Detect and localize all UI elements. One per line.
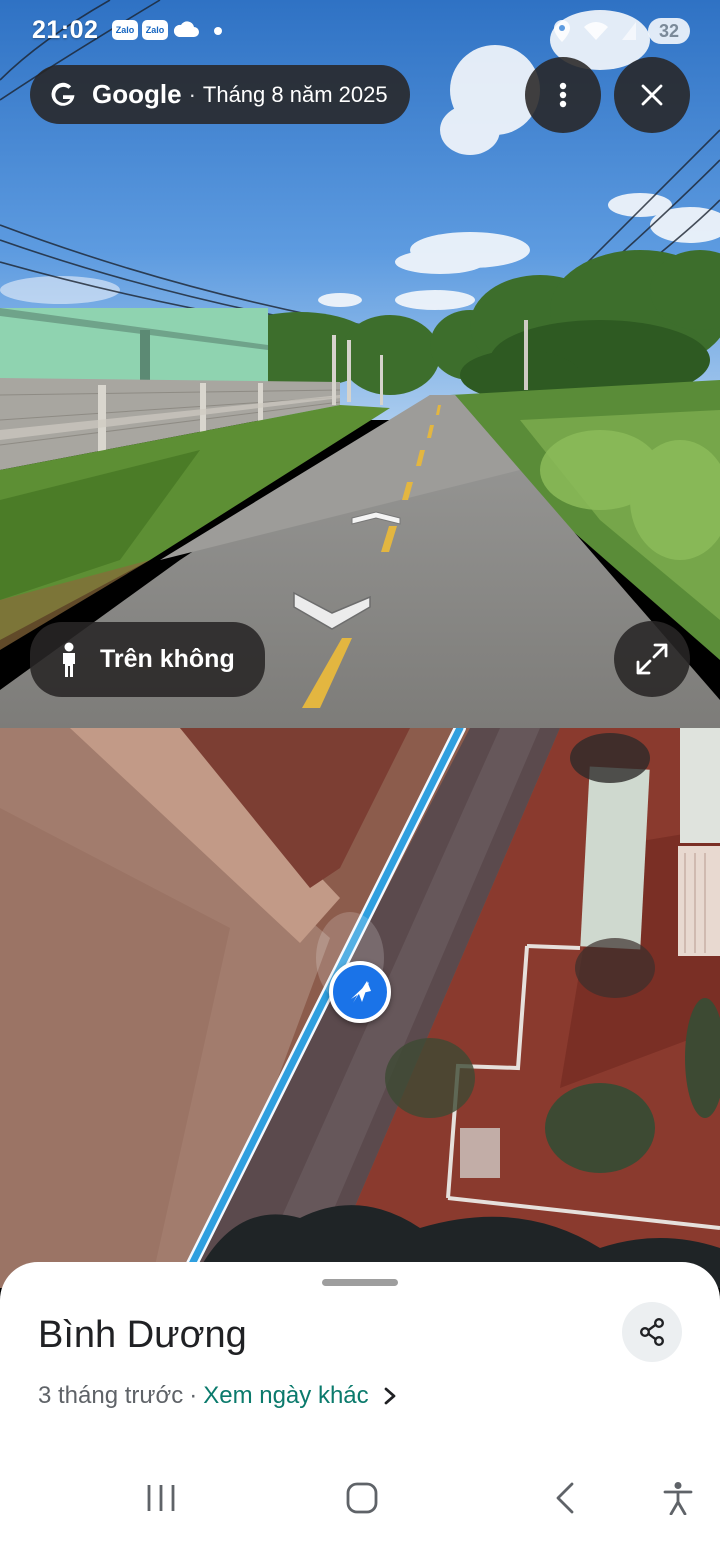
share-button[interactable] [622, 1302, 682, 1362]
expand-icon [636, 643, 668, 675]
imagery-age: 3 tháng trước [38, 1382, 184, 1409]
pegman-icon [63, 642, 75, 677]
location-icon [554, 20, 570, 42]
share-icon [639, 1318, 665, 1347]
home-button[interactable] [332, 1473, 392, 1523]
system-navigation-bar [0, 1455, 720, 1544]
see-other-dates-link[interactable]: Xem ngày khác [203, 1382, 368, 1410]
navigation-arrow-icon [351, 981, 371, 1003]
navigate-forward-arrow[interactable] [350, 510, 402, 530]
accessibility-icon [663, 1482, 693, 1515]
separator: · [188, 81, 196, 107]
cloud-icon [173, 21, 199, 37]
back-icon [556, 1482, 574, 1514]
drag-handle[interactable] [322, 1279, 398, 1286]
more-options-button[interactable] [525, 57, 601, 133]
place-title: Bình Dương [38, 1314, 247, 1356]
capture-date: Tháng 8 năm 2025 [202, 81, 388, 107]
chevron-right-icon[interactable] [383, 1386, 397, 1406]
separator: · [189, 1382, 198, 1409]
street-view-panorama[interactable]: 21:02 Zalo Zalo 32 Google · Tháng 8 năm … [0, 0, 720, 728]
navigate-back-arrow[interactable] [290, 585, 374, 635]
zalo-notification-icon: Zalo [112, 20, 138, 40]
recent-apps-button[interactable] [131, 1473, 191, 1523]
fullscreen-button[interactable] [614, 621, 690, 697]
recent-apps-icon [147, 1485, 175, 1511]
provider-label: Google [92, 79, 182, 109]
signal-icon [622, 22, 636, 40]
notification-dot-icon [214, 27, 222, 35]
battery-indicator: 32 [648, 18, 690, 44]
status-right-icons: 32 [552, 16, 690, 46]
imagery-date-chip[interactable]: Google · Tháng 8 năm 2025 [30, 65, 410, 124]
close-icon [641, 84, 663, 106]
status-time: 21:02 [32, 16, 99, 44]
status-bar: 21:02 Zalo Zalo 32 [0, 0, 720, 62]
imagery-age-row: 3 tháng trước · Xem ngày khác [38, 1382, 397, 1410]
back-button[interactable] [535, 1473, 595, 1523]
accessibility-button[interactable] [648, 1473, 708, 1523]
google-logo-icon [51, 82, 75, 106]
zalo-notification-icon: Zalo [142, 20, 168, 40]
close-button[interactable] [614, 57, 690, 133]
aerial-toggle-label: Trên không [100, 645, 235, 673]
wifi-icon [584, 22, 608, 40]
current-position-marker[interactable] [329, 961, 391, 1023]
more-vert-icon [559, 82, 567, 108]
home-icon [346, 1482, 378, 1514]
aerial-view-toggle[interactable]: Trên không [30, 622, 265, 697]
